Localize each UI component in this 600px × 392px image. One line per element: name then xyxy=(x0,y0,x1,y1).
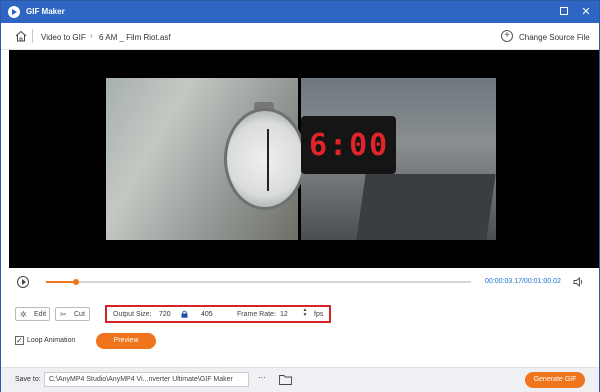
seek-track[interactable] xyxy=(46,279,471,285)
home-icon[interactable] xyxy=(15,30,27,42)
app-logo-icon xyxy=(8,6,20,18)
edit-button-label: Edit xyxy=(34,311,47,318)
frame-rate-field[interactable]: 12 xyxy=(280,311,288,318)
frame-rate-unit: fps xyxy=(314,311,324,318)
lock-icon[interactable] xyxy=(181,310,188,318)
edit-icon: ✲ xyxy=(20,310,27,319)
seek-progress xyxy=(46,281,76,283)
clock-hand xyxy=(267,161,269,191)
frame-rate-label: Frame Rate: xyxy=(237,311,276,318)
output-size-label: Output Size: xyxy=(113,311,152,318)
breadcrumb-separator: › xyxy=(90,31,93,40)
save-path-field[interactable]: C:\AnyMP4 Studio\AnyMP4 Vi...nverter Ult… xyxy=(44,372,249,387)
digital-clock: 6:00 xyxy=(301,116,396,174)
checkbox-icon[interactable]: ✓ xyxy=(15,336,24,345)
output-width-field[interactable]: 720 xyxy=(159,311,171,318)
play-icon[interactable] xyxy=(17,276,29,288)
breadcrumb-video-to-gif[interactable]: Video to GIF xyxy=(41,33,86,42)
maximize-button[interactable] xyxy=(556,4,572,20)
gif-settings-panel: ✲ Edit ✂ Cut Output Size: 720 405 Frame … xyxy=(1,299,599,363)
nav-bar: Video to GIF › 6 AM _ Film Riot.asf + Ch… xyxy=(1,23,599,50)
cut-button-label: Cut xyxy=(74,311,85,318)
breadcrumb-divider xyxy=(32,29,33,43)
seek-handle[interactable] xyxy=(72,279,79,285)
generate-gif-button[interactable]: Generate GIF xyxy=(525,372,585,388)
time-display: 00:00:03.17/00:01:00.02 xyxy=(485,278,561,285)
add-circle-icon[interactable]: + xyxy=(501,30,513,42)
video-frame-left xyxy=(106,78,306,240)
browse-button[interactable]: ··· xyxy=(253,372,271,387)
output-settings-highlight: Output Size: 720 405 Frame Rate: 12 ▲ ▼ f… xyxy=(105,305,331,323)
stepper-icon[interactable]: ▲ ▼ xyxy=(301,308,309,320)
alarm-clock xyxy=(224,108,306,210)
folder-icon[interactable] xyxy=(279,374,292,385)
cut-button[interactable]: ✂ Cut xyxy=(55,307,90,321)
close-button[interactable]: ✕ xyxy=(578,4,594,20)
change-source-file-button[interactable]: Change Source File xyxy=(519,33,590,42)
preview-button[interactable]: Preview xyxy=(96,333,156,349)
dark-box xyxy=(356,174,496,240)
gif-maker-window: GIF Maker ✕ Video to GIF › 6 AM _ Film R… xyxy=(0,0,600,392)
title-bar: GIF Maker ✕ xyxy=(1,1,599,23)
playback-bar: 00:00:03.17/00:01:00.02 xyxy=(9,271,599,293)
save-to-label: Save to: xyxy=(15,376,41,383)
app-title: GIF Maker xyxy=(26,7,65,16)
volume-icon[interactable] xyxy=(573,277,584,287)
video-frame-right: 6:00 xyxy=(301,78,496,240)
video-frame: 6:00 xyxy=(106,78,496,240)
save-bar: Save to: C:\AnyMP4 Studio\AnyMP4 Vi...nv… xyxy=(1,367,599,392)
clock-hand xyxy=(267,129,269,161)
scissors-icon: ✂ xyxy=(60,310,67,319)
breadcrumb-file-name: 6 AM _ Film Riot.asf xyxy=(99,33,171,42)
digital-clock-display: 6:00 xyxy=(309,128,390,163)
output-height-field[interactable]: 405 xyxy=(201,311,213,318)
loop-animation-label[interactable]: Loop Animation xyxy=(27,337,75,344)
video-preview: 6:00 xyxy=(9,50,599,268)
maximize-icon xyxy=(560,7,568,16)
edit-button[interactable]: ✲ Edit xyxy=(15,307,50,321)
